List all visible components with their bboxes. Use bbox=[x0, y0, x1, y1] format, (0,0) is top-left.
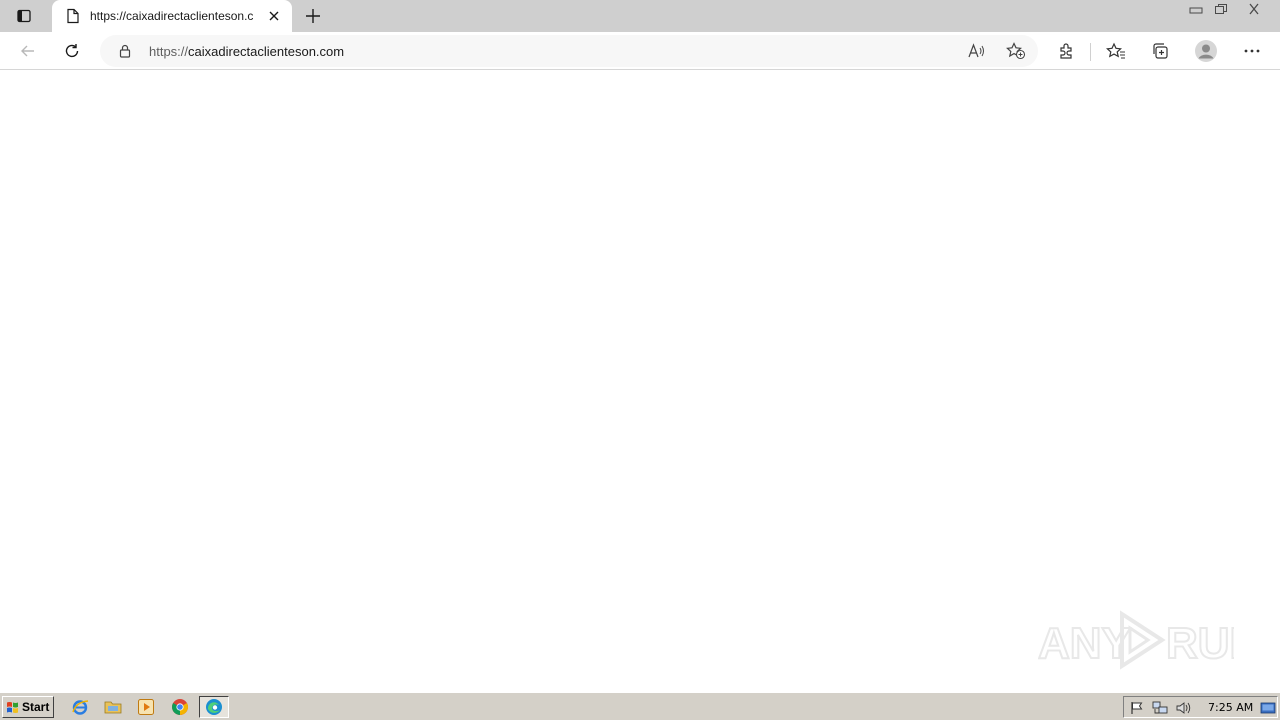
chrome-launcher[interactable] bbox=[169, 697, 191, 717]
lock-icon[interactable] bbox=[119, 44, 131, 58]
show-desktop-icon bbox=[1260, 702, 1276, 714]
more-button[interactable] bbox=[1238, 37, 1266, 65]
page-content bbox=[0, 71, 1280, 692]
page-icon bbox=[67, 8, 79, 24]
address-bar[interactable]: https://caixadirectaclienteson.com bbox=[100, 35, 1038, 67]
internet-explorer-icon bbox=[72, 700, 89, 715]
read-aloud-icon bbox=[968, 43, 984, 58]
close-icon bbox=[269, 11, 279, 21]
restore-button[interactable] bbox=[1208, 0, 1234, 18]
svg-text:RUN: RUN bbox=[1166, 619, 1234, 668]
tab-close-button[interactable] bbox=[266, 8, 282, 24]
speaker-icon bbox=[1176, 702, 1191, 714]
extensions-icon bbox=[1060, 43, 1072, 59]
url-prefix: https:// bbox=[149, 44, 189, 59]
back-button[interactable] bbox=[14, 37, 42, 65]
restore-icon bbox=[1215, 4, 1227, 14]
watermark: ANY RUN bbox=[1037, 608, 1262, 672]
tab-actions-icon bbox=[17, 9, 31, 23]
minimize-button[interactable] bbox=[1183, 0, 1209, 18]
more-icon bbox=[1244, 49, 1260, 53]
taskbar: Start 7:25 AM bbox=[0, 692, 1280, 720]
tab-title: https://caixadirectaclienteson.c bbox=[90, 9, 254, 23]
browser-toolbar: https://caixadirectaclienteson.com bbox=[0, 32, 1280, 70]
media-player-launcher[interactable] bbox=[135, 697, 157, 717]
file-explorer-launcher[interactable] bbox=[102, 697, 124, 717]
tab-actions-button[interactable] bbox=[8, 4, 40, 28]
favorites-button[interactable] bbox=[1102, 37, 1130, 65]
media-player-icon bbox=[138, 699, 154, 715]
add-favorite-icon bbox=[1006, 42, 1026, 60]
network-icon bbox=[1152, 701, 1168, 714]
collections-button[interactable] bbox=[1146, 37, 1174, 65]
plus-icon bbox=[306, 9, 320, 23]
internet-explorer-launcher[interactable] bbox=[69, 697, 91, 717]
profile-button[interactable] bbox=[1192, 37, 1220, 65]
back-arrow-icon bbox=[21, 45, 34, 57]
add-favorite-button[interactable] bbox=[1005, 41, 1027, 61]
url-text[interactable]: https://caixadirectaclienteson.com bbox=[149, 44, 344, 59]
collections-icon bbox=[1153, 43, 1168, 59]
start-button[interactable]: Start bbox=[2, 696, 54, 718]
tab-active[interactable]: https://caixadirectaclienteson.c bbox=[52, 0, 292, 32]
windows-logo-icon bbox=[7, 702, 18, 713]
folder-icon bbox=[104, 701, 122, 714]
edge-launcher[interactable] bbox=[199, 696, 229, 718]
new-tab-button[interactable] bbox=[300, 4, 326, 28]
minimize-icon bbox=[1189, 7, 1203, 14]
show-desktop-button[interactable] bbox=[1260, 700, 1276, 716]
anyrun-logo: ANY RUN bbox=[1037, 610, 1262, 670]
flag-icon bbox=[1131, 702, 1143, 714]
svg-text:ANY: ANY bbox=[1038, 619, 1131, 668]
window-close-icon bbox=[1249, 3, 1259, 15]
start-label: Start bbox=[22, 700, 50, 714]
volume-button[interactable] bbox=[1176, 700, 1192, 716]
refresh-button[interactable] bbox=[58, 37, 86, 65]
toolbar-divider bbox=[1090, 43, 1091, 61]
profile-icon bbox=[1195, 40, 1217, 62]
system-tray: 7:25 AM bbox=[1123, 696, 1278, 718]
edge-icon bbox=[206, 699, 222, 715]
title-bar: https://caixadirectaclienteson.c bbox=[0, 0, 1280, 32]
window-close-button[interactable] bbox=[1238, 0, 1270, 18]
favorites-icon bbox=[1106, 42, 1125, 59]
chrome-icon bbox=[172, 699, 188, 715]
extensions-button[interactable] bbox=[1053, 37, 1081, 65]
read-aloud-button[interactable] bbox=[966, 41, 986, 61]
network-button[interactable] bbox=[1152, 700, 1168, 716]
url-domain: caixadirectaclienteson.com bbox=[188, 44, 345, 59]
clock[interactable]: 7:25 AM bbox=[1208, 701, 1253, 714]
refresh-icon bbox=[65, 44, 79, 58]
action-center-button[interactable] bbox=[1129, 700, 1145, 716]
